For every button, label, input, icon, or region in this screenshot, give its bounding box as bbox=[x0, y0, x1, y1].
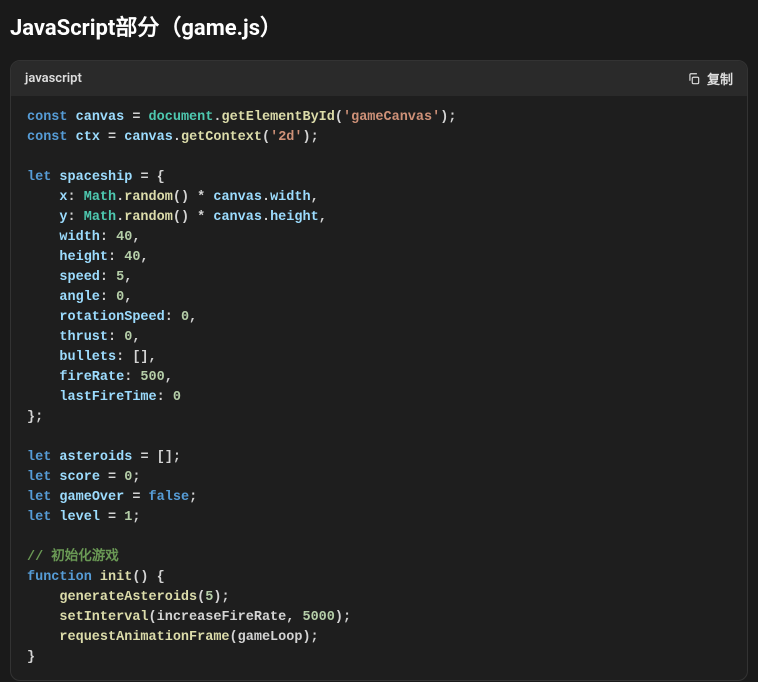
code-language-label: javascript bbox=[25, 71, 82, 86]
copy-icon bbox=[687, 72, 701, 86]
copy-button[interactable]: 复制 bbox=[687, 69, 733, 88]
code-block: javascript 复制 const canvas = document.ge… bbox=[10, 60, 748, 681]
copy-label: 复制 bbox=[707, 69, 733, 88]
code-content: const canvas = document.getElementById('… bbox=[11, 96, 747, 680]
section-heading: JavaScript部分（game.js） bbox=[0, 0, 758, 52]
code-toolbar: javascript 复制 bbox=[11, 61, 747, 96]
